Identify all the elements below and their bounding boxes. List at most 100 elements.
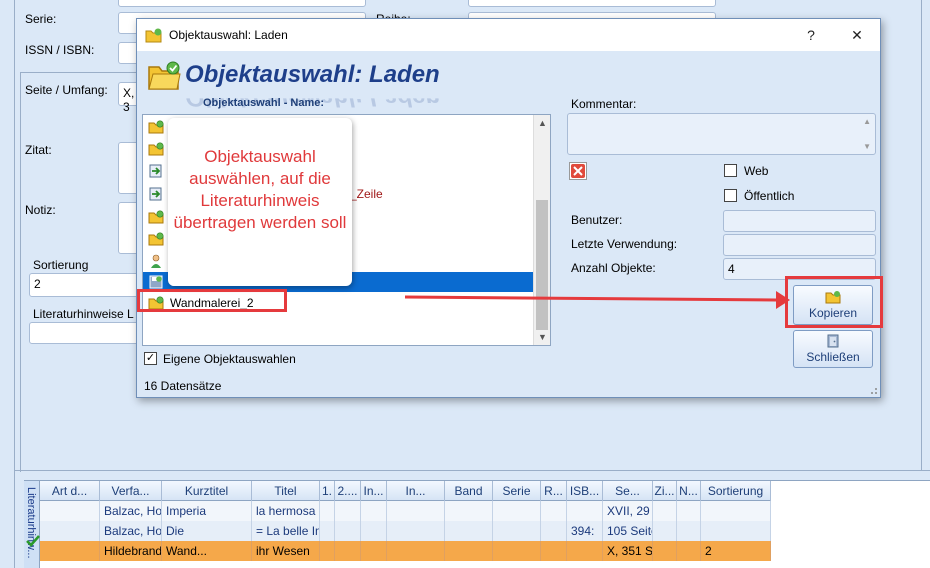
- table-cell: [335, 501, 361, 521]
- user-icon: [151, 254, 161, 268]
- own-selections-label: Eigene Objektauswahlen: [163, 352, 296, 366]
- column-header[interactable]: Band: [445, 481, 493, 501]
- form-divider: [20, 72, 140, 73]
- instruction-callout: Objektauswahl auswählen, auf die Literat…: [168, 118, 352, 286]
- column-header[interactable]: Kurztitel: [162, 481, 252, 501]
- check-mark: ✓: [145, 352, 156, 364]
- literaturhinweise-field[interactable]: [29, 322, 139, 344]
- public-checkbox[interactable]: [724, 189, 737, 202]
- table-cell: XVII, 29 Seiten: [603, 501, 653, 521]
- resize-grip-icon[interactable]: [868, 385, 878, 395]
- literature-grid[interactable]: Literaturhinw... Art d... Verfa... Kurztit…: [24, 480, 930, 568]
- table-row[interactable]: Hildebrandt, HansWand...ihr Wesen X, 351 …: [40, 541, 771, 561]
- table-row[interactable]: Balzac, Honoré de ;Imperiala hermosa cas…: [40, 501, 771, 521]
- zitat-label: Zitat:: [25, 143, 52, 157]
- table-cell: [387, 501, 445, 521]
- column-header[interactable]: Sortierung: [701, 481, 771, 501]
- list-scrollbar[interactable]: ▲ ▼: [533, 115, 550, 345]
- table-cell: [541, 521, 567, 541]
- help-button[interactable]: ?: [801, 25, 821, 45]
- column-header[interactable]: In...: [387, 481, 445, 501]
- table-cell: Balzac, Honoré de ;: [100, 521, 162, 541]
- table-cell: [493, 541, 541, 561]
- last-use-field[interactable]: [723, 234, 876, 256]
- table-cell: 2: [701, 541, 771, 561]
- dialog-titlebar[interactable]: Objektauswahl: Laden ? ✕: [137, 19, 880, 51]
- top-field-right[interactable]: [468, 0, 716, 7]
- scroll-thumb[interactable]: [536, 200, 548, 330]
- table-cell: Hildebrandt, Hans: [100, 541, 162, 561]
- grid-top-border: [14, 470, 930, 471]
- table-cell: Imperia: [162, 501, 252, 521]
- column-header[interactable]: Serie: [493, 481, 541, 501]
- table-row[interactable]: Balzac, Honoré de ;Die= La belle Imperia…: [40, 521, 771, 541]
- table-cell: Wand...: [162, 541, 252, 561]
- table-cell: ihr Wesen: [252, 541, 320, 561]
- table-cell: [361, 541, 387, 561]
- table-cell: [445, 501, 493, 521]
- public-label: Öffentlich: [744, 189, 795, 203]
- seite-value: X, 3: [123, 86, 135, 114]
- folder-icon: [148, 120, 164, 134]
- column-header[interactable]: N...: [677, 481, 701, 501]
- grid-side-label: Literaturhinw...: [25, 487, 37, 559]
- left-border: [14, 0, 15, 568]
- sortierung-field[interactable]: 2: [29, 273, 139, 297]
- scroll-down-icon[interactable]: ▼: [534, 329, 551, 345]
- table-cell: X, 351 S.: [603, 541, 653, 561]
- last-use-label: Letzte Verwendung:: [571, 237, 678, 251]
- scroll-up-icon[interactable]: ▲: [534, 115, 551, 131]
- delete-button[interactable]: [569, 162, 587, 180]
- table-cell: 394:: [567, 521, 603, 541]
- close-icon[interactable]: ✕: [847, 25, 867, 45]
- serie-label: Serie:: [25, 12, 57, 26]
- column-header[interactable]: 1.: [320, 481, 335, 501]
- table-cell: [701, 521, 771, 541]
- disk-icon: [149, 275, 163, 289]
- close-button[interactable]: Schließen: [793, 330, 873, 368]
- folder-icon: [148, 232, 164, 246]
- top-field-left[interactable]: [118, 0, 366, 7]
- kommentar-scroll-down-icon[interactable]: ▼: [863, 142, 871, 151]
- table-cell: [677, 541, 701, 561]
- column-header[interactable]: Titel: [252, 481, 320, 501]
- own-selections-checkbox[interactable]: ✓: [144, 352, 157, 365]
- grid-side-tab[interactable]: Literaturhinw...: [24, 481, 40, 568]
- delete-icon: [571, 164, 585, 178]
- count-label: Anzahl Objekte:: [571, 261, 656, 275]
- kommentar-label: Kommentar:: [571, 97, 637, 111]
- inner-left-border: [20, 72, 21, 472]
- table-cell: [320, 501, 335, 521]
- table-cell: [40, 521, 100, 541]
- table-cell: [567, 541, 603, 561]
- table-cell: [493, 521, 541, 541]
- web-label: Web: [744, 164, 769, 178]
- dialog-heading: Objektauswahl: Laden: [185, 61, 440, 88]
- column-header[interactable]: R...: [541, 481, 567, 501]
- table-cell: [361, 501, 387, 521]
- column-header[interactable]: In...: [361, 481, 387, 501]
- table-cell: [361, 521, 387, 541]
- list-header: Objektauswahl - Name:: [203, 97, 325, 109]
- benutzer-field[interactable]: [723, 210, 876, 232]
- door-exit-icon: [827, 334, 839, 348]
- column-header[interactable]: Art d...: [40, 481, 100, 501]
- dialog-window-title: Objektauswahl: Laden: [169, 28, 288, 42]
- table-cell: [677, 501, 701, 521]
- column-header[interactable]: 2....: [335, 481, 361, 501]
- checkmark-icon: [26, 535, 40, 547]
- column-header[interactable]: Se...: [603, 481, 653, 501]
- table-cell: [335, 521, 361, 541]
- seite-label: Seite / Umfang:: [25, 83, 108, 97]
- column-header[interactable]: ISB...: [567, 481, 603, 501]
- kommentar-field[interactable]: ▲ ▼: [567, 113, 876, 155]
- table-cell: la hermosa castallana: [252, 501, 320, 521]
- export-icon: [149, 164, 162, 178]
- column-header[interactable]: Zi...: [653, 481, 677, 501]
- column-header[interactable]: Verfa...: [100, 481, 162, 501]
- web-checkbox[interactable]: [724, 164, 737, 177]
- kommentar-scroll-up-icon[interactable]: ▲: [863, 117, 871, 126]
- table-cell: [541, 541, 567, 561]
- table-cell: [653, 541, 677, 561]
- table-cell: [653, 501, 677, 521]
